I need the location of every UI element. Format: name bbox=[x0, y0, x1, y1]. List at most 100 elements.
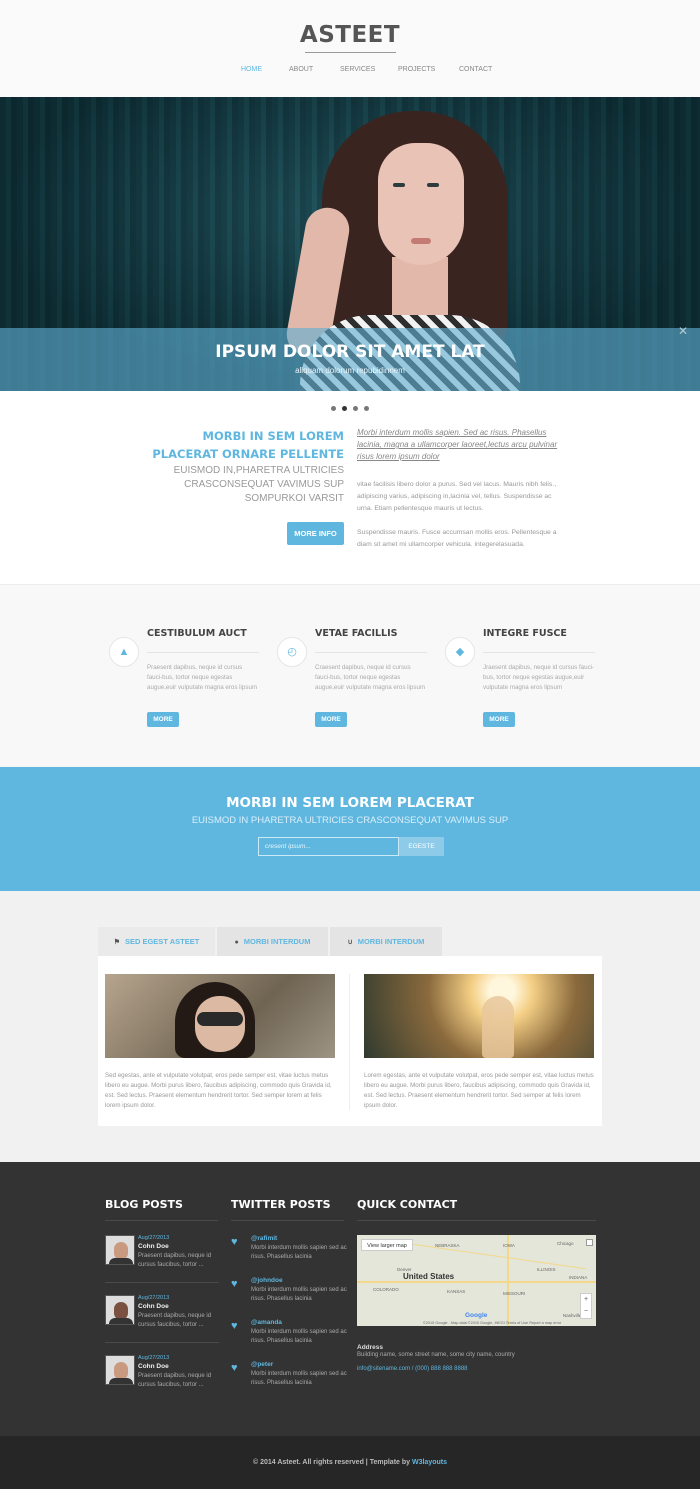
blog-excerpt: Praesent dapibus, neque id cursus faucib… bbox=[138, 1313, 212, 1328]
tab-morbi-interdum[interactable]: ● MORBI INTERDUM bbox=[217, 927, 328, 956]
tweet-text: Morbi interdum mollis sapien sed ac risu… bbox=[251, 1329, 347, 1344]
avatar bbox=[105, 1295, 135, 1325]
map-label: IOWA bbox=[503, 1243, 515, 1248]
hero-title: IPSUM DOLOR SIT AMET LAT bbox=[215, 342, 485, 362]
map-brand: Google bbox=[465, 1312, 488, 1319]
slider-dot-active[interactable] bbox=[342, 406, 347, 411]
slider-dot[interactable] bbox=[353, 406, 358, 411]
map-pin-icon[interactable] bbox=[586, 1239, 593, 1246]
features-section: ▲ CESTIBULUM AUCT Praesent dapibus, nequ… bbox=[0, 584, 700, 766]
site-header: ASTEET HOME ABOUT SERVICES PROJECTS CONT… bbox=[0, 0, 700, 97]
tab-sed-egest-asteet[interactable]: ⚑ SED EGEST ASTEET bbox=[98, 927, 215, 956]
map-label: MISSOURI bbox=[503, 1291, 526, 1296]
twitter-icon: ♥ bbox=[231, 1362, 238, 1374]
feature-text: Praesent dapibus, neque id cursus fauci-… bbox=[147, 664, 258, 691]
blog-author[interactable]: Cohn Doe bbox=[138, 1243, 169, 1250]
flag-icon: ⚑ bbox=[113, 939, 120, 946]
tweet-text: Morbi interdum mollis sapien sed ac risu… bbox=[251, 1245, 347, 1260]
subscribe-band: MORBI IN SEM LOREM PLACERAT EUISMOD IN P… bbox=[0, 767, 700, 891]
feature-title: INTEGRE FUSCE bbox=[483, 628, 567, 639]
tab-label: MORBI INTERDUM bbox=[243, 937, 311, 946]
hero-slider[interactable]: IPSUM DOLOR SIT AMET LAT aliquam dolorum… bbox=[0, 97, 700, 391]
feature-more-button[interactable]: MORE bbox=[315, 712, 347, 727]
tab-morbi-interdum-2[interactable]: ∪ MORBI INTERDUM bbox=[330, 927, 442, 956]
slider-dot[interactable] bbox=[331, 406, 336, 411]
slider-dot[interactable] bbox=[364, 406, 369, 411]
panel-divider bbox=[349, 974, 350, 1110]
tab-image-sunset bbox=[364, 974, 594, 1058]
site-logo[interactable]: ASTEET bbox=[0, 22, 700, 48]
feature-more-button[interactable]: MORE bbox=[483, 712, 515, 727]
tabs-section: ⚑ SED EGEST ASTEET ● MORBI INTERDUM ∪ MORBI… bbox=[0, 891, 700, 1162]
more-info-button[interactable]: MORE INFO bbox=[287, 522, 344, 545]
template-brand-link[interactable]: W3layouts bbox=[412, 1459, 447, 1466]
blog-separator bbox=[105, 1282, 219, 1283]
map-label: ILLINOIS bbox=[537, 1267, 556, 1272]
blog-date: Aug/27/2013 bbox=[138, 1355, 170, 1361]
image-sunglasses bbox=[197, 1012, 243, 1026]
hero-image-face bbox=[378, 143, 464, 265]
hero-image-lips bbox=[411, 238, 431, 244]
tweet-text: Morbi interdum mollis sapien sed ac risu… bbox=[251, 1371, 347, 1386]
band-title: MORBI IN SEM LOREM PLACERAT bbox=[226, 795, 474, 811]
intro-paragraph: vitae facilisis libero dolor a purus. Se… bbox=[357, 481, 557, 512]
avatar bbox=[105, 1355, 135, 1385]
address-text: Building name, some street name, some ci… bbox=[357, 1352, 515, 1358]
map-road bbox=[357, 1281, 596, 1283]
tweet-user[interactable]: @peter bbox=[251, 1361, 273, 1368]
twitter-icon: ♥ bbox=[231, 1278, 238, 1290]
intro-link[interactable]: Morbi interdum mollis sapien. Sed ac ris… bbox=[357, 427, 563, 463]
blog-author[interactable]: Cohn Doe bbox=[138, 1363, 169, 1370]
tweet-user[interactable]: @amanda bbox=[251, 1319, 282, 1326]
tab-panel: Sed egestas, ante et vulputate volutpat,… bbox=[98, 956, 602, 1126]
blog-posts-title: BLOG POSTS bbox=[105, 1198, 183, 1211]
feature-divider bbox=[147, 652, 259, 653]
map-country-label: United States bbox=[403, 1272, 455, 1281]
image-figure bbox=[482, 996, 514, 1058]
blog-author[interactable]: Cohn Doe bbox=[138, 1303, 169, 1310]
map-label: KANSAS bbox=[447, 1289, 466, 1294]
subscribe-button[interactable]: EGESTE bbox=[399, 837, 444, 856]
nav-services[interactable]: SERVICES bbox=[340, 66, 375, 73]
hero-image-eye bbox=[393, 183, 405, 187]
feature-more-button[interactable]: MORE bbox=[147, 712, 179, 727]
blog-date: Aug/27/2013 bbox=[138, 1235, 170, 1241]
tweet-user[interactable]: @rafimit bbox=[251, 1235, 277, 1242]
contact-line[interactable]: info@sitename.com / (000) 888 888 8888 bbox=[357, 1366, 468, 1372]
nav-contact[interactable]: CONTACT bbox=[459, 66, 492, 73]
intro-paragraph: Suspendisse mauris. Fusce accumsan molli… bbox=[357, 529, 557, 548]
tag-icon: ◆ bbox=[445, 637, 475, 667]
twitter-icon: ♥ bbox=[231, 1320, 238, 1332]
nav-home[interactable]: HOME bbox=[241, 66, 262, 73]
blog-post[interactable]: Aug/27/2013 Cohn Doe Praesent dapibus, n… bbox=[105, 1355, 219, 1415]
contact-map[interactable]: View larger map NEBRASKA IOWA Chicago De… bbox=[357, 1235, 596, 1326]
blog-post[interactable]: Aug/27/2013 Cohn Doe Praesent dapibus, n… bbox=[105, 1295, 219, 1355]
feature-title: VETAE FACILLIS bbox=[315, 628, 398, 639]
address-title: Address bbox=[357, 1344, 384, 1351]
copyright-bar: © 2014 Asteet. All rights reserved | Tem… bbox=[0, 1436, 700, 1489]
blog-post[interactable]: Aug/27/2013 Cohn Doe Praesent dapibus, n… bbox=[105, 1235, 219, 1295]
blog-separator bbox=[105, 1342, 219, 1343]
nav-about[interactable]: ABOUT bbox=[289, 66, 313, 73]
tab-image-sunglasses bbox=[105, 974, 335, 1058]
avatar bbox=[105, 1235, 135, 1265]
tweet-text: Morbi interdum mollis sapien sed ac risu… bbox=[251, 1287, 347, 1302]
logo-underline bbox=[305, 52, 396, 53]
blog-excerpt: Praesent dapibus, neque id cursus faucib… bbox=[138, 1253, 212, 1268]
copyright-text: © 2014 Asteet. All rights reserved | Tem… bbox=[253, 1459, 412, 1466]
nav-projects[interactable]: PROJECTS bbox=[398, 66, 435, 73]
footer-divider bbox=[357, 1220, 596, 1221]
slider-arrow-icon[interactable]: ✕ bbox=[678, 324, 688, 338]
map-label: Chicago bbox=[557, 1241, 574, 1246]
footer-divider bbox=[231, 1220, 344, 1221]
map-zoom-control[interactable]: + − bbox=[580, 1293, 592, 1319]
tab-text: Sed egestas, ante et vulputate volutpat,… bbox=[105, 1072, 332, 1109]
subscribe-input[interactable]: cresent ipsum... bbox=[258, 837, 399, 856]
intro-subheading: EUISMOD IN,PHARETRA ULTRICIES CRASCONSEQ… bbox=[173, 465, 344, 504]
map-attribution: ©2015 Google - Map data ©2015 Google, IN… bbox=[423, 1321, 562, 1325]
map-label: INDIANA bbox=[569, 1275, 588, 1280]
tweet-user[interactable]: @johndoe bbox=[251, 1277, 283, 1284]
feature-divider bbox=[315, 652, 427, 653]
quick-contact-title: QUICK CONTACT bbox=[357, 1198, 458, 1211]
view-larger-map-button[interactable]: View larger map bbox=[361, 1239, 413, 1251]
